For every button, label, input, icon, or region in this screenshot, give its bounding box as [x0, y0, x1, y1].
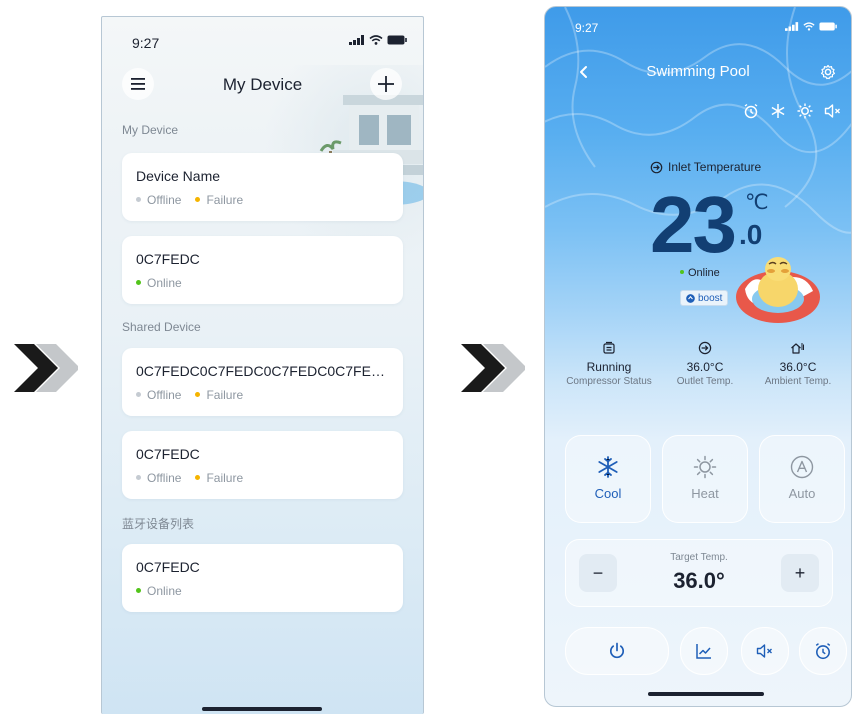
- line-chart-icon: [696, 644, 711, 659]
- inlet-temperature-label: Inlet Temperature: [650, 160, 761, 174]
- mute-button[interactable]: [741, 627, 789, 675]
- device-name: 0C7FEDC0C7FEDC0C7FEDC0C7FEDC0C7FEDC0C7FE…: [136, 363, 391, 379]
- failure-dot-icon: [195, 392, 201, 398]
- compressor-status: Running Compressor Status: [559, 341, 659, 387]
- compressor-icon: [603, 341, 615, 354]
- online-status: Online: [680, 267, 720, 279]
- timer-button[interactable]: [799, 627, 847, 675]
- home-indicator: [648, 692, 764, 696]
- power-icon: [609, 642, 625, 659]
- mode-cool-button[interactable]: Cool: [565, 435, 651, 523]
- battery-icon: [387, 35, 407, 45]
- duck-float-illustration: [736, 257, 820, 323]
- online-dot-icon: [136, 588, 141, 594]
- add-device-button[interactable]: [370, 68, 402, 100]
- status-online: Online: [136, 276, 182, 290]
- mute-speaker-icon: [756, 644, 772, 658]
- device-card[interactable]: Device Name Offline Failure: [122, 153, 403, 221]
- home-indicator: [202, 707, 322, 711]
- status-offline: Offline: [136, 193, 181, 207]
- offline-dot-icon: [136, 475, 141, 481]
- device-name: 0C7FEDC: [136, 446, 200, 462]
- mode-auto-button[interactable]: Auto: [759, 435, 845, 523]
- section-label-bluetooth: 蓝牙设备列表: [122, 517, 195, 531]
- settings-gear-icon[interactable]: [820, 64, 836, 80]
- status-failure: Failure: [195, 471, 243, 485]
- inlet-temperature-value: 23: [650, 180, 737, 269]
- inlet-icon: [650, 161, 663, 173]
- temperature-unit: ℃: [745, 191, 769, 214]
- snowflake-icon: [598, 456, 618, 478]
- cellular-signal-icon: [785, 22, 799, 31]
- sun-heat-icon: [797, 103, 813, 119]
- device-name: Device Name: [136, 168, 221, 184]
- device-detail-screen: 9:27 Swimming Pool Inlet Temperature 23 …: [544, 6, 852, 707]
- status-time: 9:27: [132, 35, 160, 51]
- chart-button[interactable]: [680, 627, 728, 675]
- device-card[interactable]: 0C7FEDC Offline Failure: [122, 431, 403, 499]
- device-title: Swimming Pool: [646, 63, 750, 80]
- defrost-snowflake-icon: [771, 104, 785, 118]
- device-status-icons: [743, 103, 842, 119]
- device-card[interactable]: 0C7FEDC0C7FEDC0C7FEDC0C7FEDC0C7FEDC0C7FE…: [122, 348, 403, 416]
- cellular-signal-icon: [349, 35, 364, 45]
- section-label-my-device: My Device: [122, 123, 179, 137]
- offline-dot-icon: [136, 392, 141, 398]
- forward-chevron-icon: [14, 344, 78, 392]
- boost-badge: boost: [680, 290, 729, 306]
- mode-heat-button[interactable]: Heat: [662, 435, 748, 523]
- ambient-home-icon: [791, 343, 804, 354]
- outlet-temperature: 36.0°C Outlet Temp.: [655, 341, 755, 387]
- target-temperature-card: − Target Temp. 36.0° +: [565, 539, 833, 607]
- timer-alarm-icon: [815, 643, 831, 660]
- battery-icon: [819, 22, 837, 31]
- online-dot-icon: [136, 280, 141, 286]
- status-icons: [349, 35, 407, 45]
- device-card[interactable]: 0C7FEDC Online: [122, 544, 403, 612]
- status-failure: Failure: [195, 388, 243, 402]
- timer-alarm-icon: [744, 103, 758, 119]
- status-offline: Offline: [136, 471, 181, 485]
- device-card[interactable]: 0C7FEDC Online: [122, 236, 403, 304]
- outlet-icon: [698, 341, 712, 355]
- sun-icon: [693, 455, 717, 479]
- device-name: 0C7FEDC: [136, 559, 200, 575]
- section-label-shared-device: Shared Device: [122, 320, 201, 334]
- status-offline: Offline: [136, 388, 181, 402]
- ambient-temperature: 36.0°C Ambient Temp.: [748, 341, 848, 387]
- status-failure: Failure: [195, 193, 243, 207]
- device-list-screen: 9:27 My Device My Device Device Name Off…: [101, 16, 424, 714]
- mute-speaker-icon: [824, 104, 840, 118]
- status-time: 9:27: [575, 21, 599, 35]
- online-dot-icon: [680, 270, 684, 275]
- forward-chevron-icon: [461, 344, 525, 392]
- failure-dot-icon: [195, 197, 201, 203]
- wifi-icon: [369, 35, 383, 45]
- power-button[interactable]: [565, 627, 669, 675]
- status-icons: [785, 22, 837, 31]
- wifi-icon: [803, 22, 815, 31]
- device-name: 0C7FEDC: [136, 251, 200, 267]
- plus-icon: [378, 76, 394, 92]
- increase-temperature-button[interactable]: +: [781, 554, 819, 592]
- failure-dot-icon: [195, 475, 201, 481]
- status-online: Online: [136, 584, 182, 598]
- auto-a-icon: [790, 455, 814, 479]
- boost-icon: [686, 293, 695, 303]
- offline-dot-icon: [136, 197, 141, 203]
